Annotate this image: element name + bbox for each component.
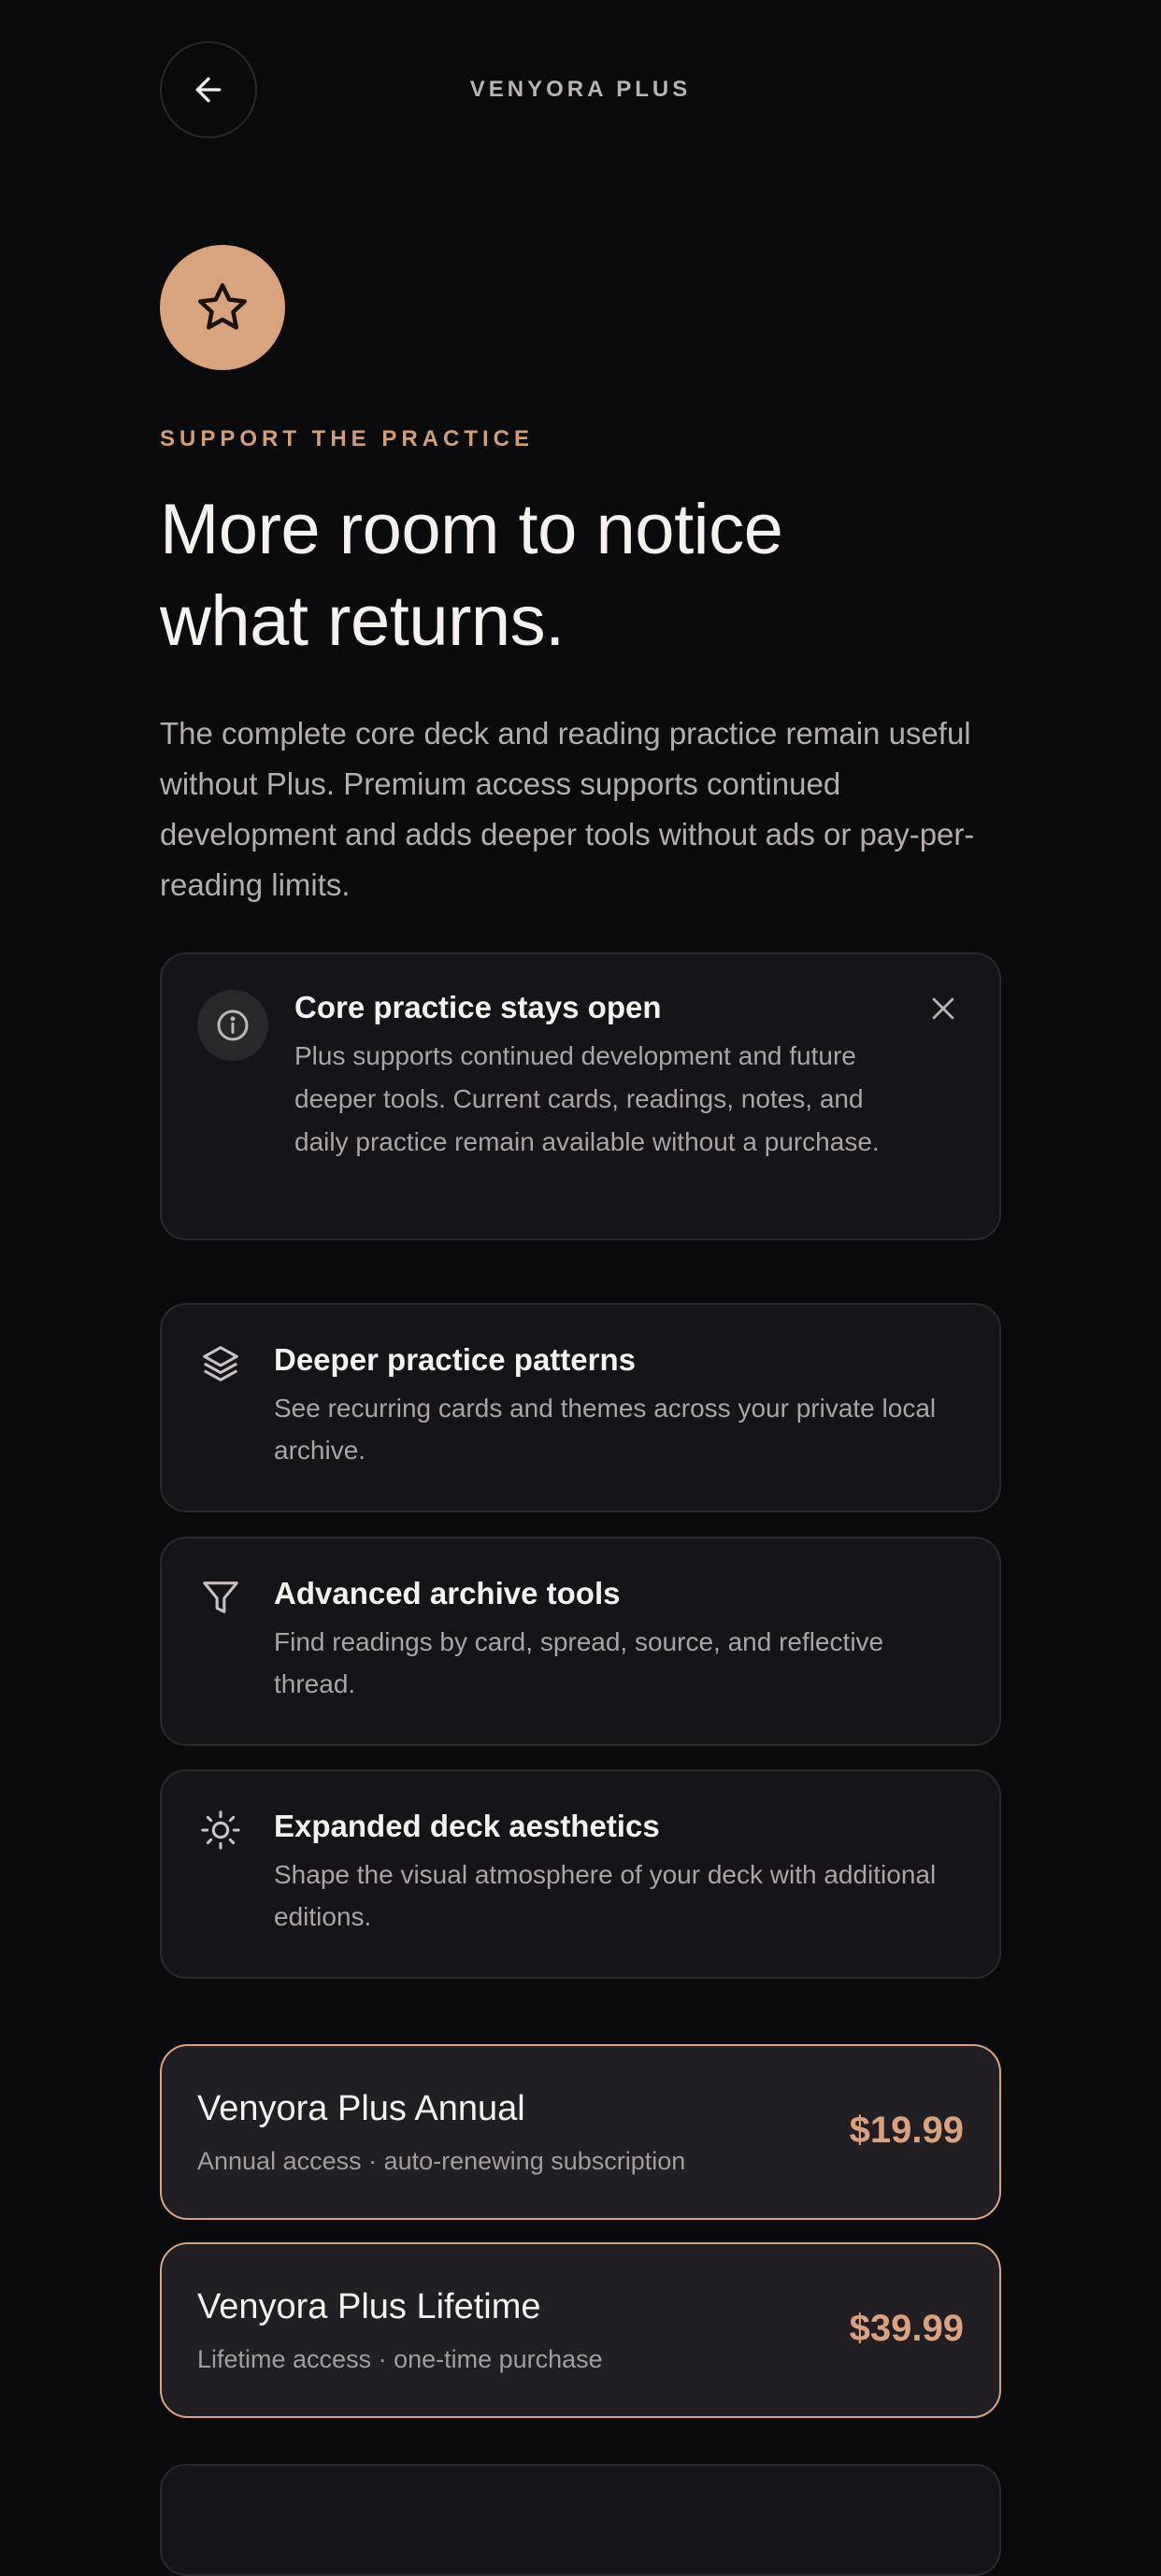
layers-icon xyxy=(203,1346,238,1381)
page-title: VENYORA PLUS xyxy=(469,77,692,102)
headline-line-1: More room to notice xyxy=(160,490,783,569)
sun-icon xyxy=(201,1810,240,1850)
plan-lifetime-option[interactable]: Venyora Plus Lifetime Lifetime access · … xyxy=(160,2242,1001,2418)
plan-name: Venyora Plus Lifetime xyxy=(197,2287,541,2326)
filter-icon-wrap xyxy=(197,1574,244,1621)
eyebrow-label: SUPPORT THE PRACTICE xyxy=(160,426,535,451)
intro-paragraph: The complete core deck and reading pract… xyxy=(160,716,975,902)
feature-title: Advanced archive tools xyxy=(274,1576,621,1610)
filter-icon xyxy=(203,1581,238,1613)
info-icon xyxy=(217,1009,249,1041)
plan-annual-option[interactable]: Venyora Plus Annual Annual access · auto… xyxy=(160,2044,1001,2220)
feature-expanded-deck-aesthetics: Expanded deck aesthetics Shape the visua… xyxy=(160,1769,1001,1979)
feature-title: Expanded deck aesthetics xyxy=(274,1809,660,1843)
plan-subtitle: Annual access · auto-renewing subscripti… xyxy=(197,2147,686,2175)
feature-body: See recurring cards and themes across yo… xyxy=(274,1394,937,1465)
notice-body: Plus supports continued development and … xyxy=(294,1041,880,1156)
sun-icon-wrap xyxy=(197,1807,244,1853)
hero-badge xyxy=(160,245,285,370)
core-practice-notice: Core practice stays open Plus supports c… xyxy=(160,952,1001,1240)
close-icon xyxy=(932,997,954,1020)
notice-title: Core practice stays open xyxy=(294,990,662,1024)
feature-deeper-practice-patterns: Deeper practice patterns See recurring c… xyxy=(160,1303,1001,1512)
plan-name: Venyora Plus Annual xyxy=(197,2089,525,2128)
next-card-partial xyxy=(160,2464,1001,2576)
feature-body: Shape the visual atmosphere of your deck… xyxy=(274,1860,937,1931)
plan-subtitle: Lifetime access · one-time purchase xyxy=(197,2345,603,2373)
close-notice-button[interactable] xyxy=(923,988,964,1029)
headline-line-2: what returns. xyxy=(160,581,565,661)
feature-title: Deeper practice patterns xyxy=(274,1342,636,1377)
star-icon xyxy=(198,283,247,330)
layers-icon-wrap xyxy=(197,1340,244,1387)
feature-body: Find readings by card, spread, source, a… xyxy=(274,1627,884,1698)
info-icon-wrap xyxy=(197,990,268,1061)
feature-advanced-archive-tools: Advanced archive tools Find readings by … xyxy=(160,1537,1001,1746)
headline: More room to notice what returns. xyxy=(160,484,1001,667)
plan-price: $19.99 xyxy=(849,2110,964,2151)
plan-price: $39.99 xyxy=(849,2308,964,2349)
